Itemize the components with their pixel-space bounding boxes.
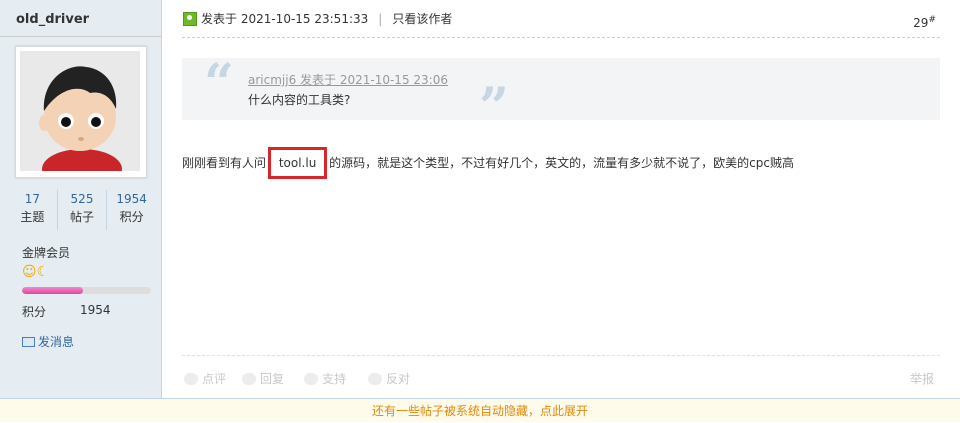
- content-text-after: 的源码，就是这个类型，不过有好几个，英文的，流量有多少就不说了，欧美的cpc贼高: [325, 156, 794, 170]
- stat-value: 17: [24, 192, 40, 206]
- level-progress-fill: [22, 287, 83, 294]
- level-progress-bar: [22, 287, 151, 294]
- avatar-image: [20, 51, 140, 171]
- thumb-down-icon: [368, 372, 382, 385]
- quote-header[interactable]: aricmjj6 发表于 2021-10-15 23:06: [248, 71, 448, 88]
- floor-number-value: 29: [913, 16, 929, 30]
- eye-icon: [184, 372, 198, 385]
- rate-button[interactable]: 点评: [184, 370, 226, 387]
- post-content: 刚刚看到有人问 tool.lu 的源码，就是这个类型，不过有好几个，英文的，流量…: [182, 147, 794, 179]
- open-quote-icon: “: [204, 53, 234, 114]
- reply-label: 回复: [260, 372, 285, 386]
- divider: |: [378, 11, 383, 26]
- stat-posts[interactable]: 525 帖子: [58, 190, 108, 230]
- floor-mark: #: [928, 15, 936, 25]
- stat-label: 帖子: [70, 210, 95, 224]
- stat-value: 1954: [116, 192, 147, 206]
- speech-bubble-icon: [242, 372, 256, 385]
- support-label: 支持: [322, 372, 347, 386]
- envelope-icon: [22, 336, 35, 347]
- reply-button[interactable]: 回复: [242, 370, 284, 387]
- stat-label: 积分: [119, 210, 144, 224]
- rate-label: 点评: [202, 372, 227, 386]
- send-message-label: 发消息: [38, 335, 75, 349]
- send-message-link[interactable]: 发消息: [22, 333, 74, 350]
- stat-label: 主题: [20, 210, 45, 224]
- support-button[interactable]: 支持: [304, 370, 346, 387]
- points-label: 积分: [22, 305, 47, 319]
- report-button[interactable]: 举报: [910, 370, 934, 387]
- post-meta: 发表于 2021-10-15 23:51:33 | 只看该作者: [183, 10, 452, 27]
- divider: [0, 36, 161, 37]
- author-only-link[interactable]: 只看该作者: [392, 10, 452, 27]
- stat-points[interactable]: 1954 积分: [107, 190, 156, 230]
- quote-block: “ aricmjj6 发表于 2021-10-15 23:06 什么内容的工具类…: [182, 53, 940, 134]
- floor-number[interactable]: 29#: [913, 15, 936, 30]
- stat-threads[interactable]: 17 主题: [8, 190, 58, 230]
- post-actions: 点评 回复 支持 反对 举报: [182, 355, 940, 400]
- thumb-up-icon: [304, 372, 318, 385]
- stat-value: 525: [70, 192, 94, 206]
- oppose-button[interactable]: 反对: [368, 370, 410, 387]
- close-quote-icon: ”: [479, 77, 509, 138]
- smile-moon-icon: ☺☾: [22, 264, 50, 280]
- highlighted-keyword: tool.lu: [267, 147, 328, 179]
- oppose-label: 反对: [386, 372, 411, 386]
- divider: [182, 37, 940, 38]
- hidden-posts-notice[interactable]: 还有一些帖子被系统自动隐藏，点此展开: [0, 398, 960, 422]
- user-sidebar: old_driver 17 主题 525 帖子 1954 积分 金牌会员 ☺☾ …: [0, 0, 162, 398]
- online-status-icon: [183, 11, 197, 26]
- username[interactable]: old_driver: [16, 12, 89, 27]
- user-rank[interactable]: 金牌会员: [22, 244, 70, 261]
- avatar[interactable]: [15, 46, 147, 178]
- user-stats: 17 主题 525 帖子 1954 积分: [8, 190, 156, 230]
- post-time: 发表于 2021-10-15 23:51:33: [201, 12, 369, 26]
- points-value: 1954: [80, 303, 111, 317]
- quote-body: 什么内容的工具类?: [248, 93, 351, 107]
- content-text-before: 刚刚看到有人问: [182, 156, 270, 170]
